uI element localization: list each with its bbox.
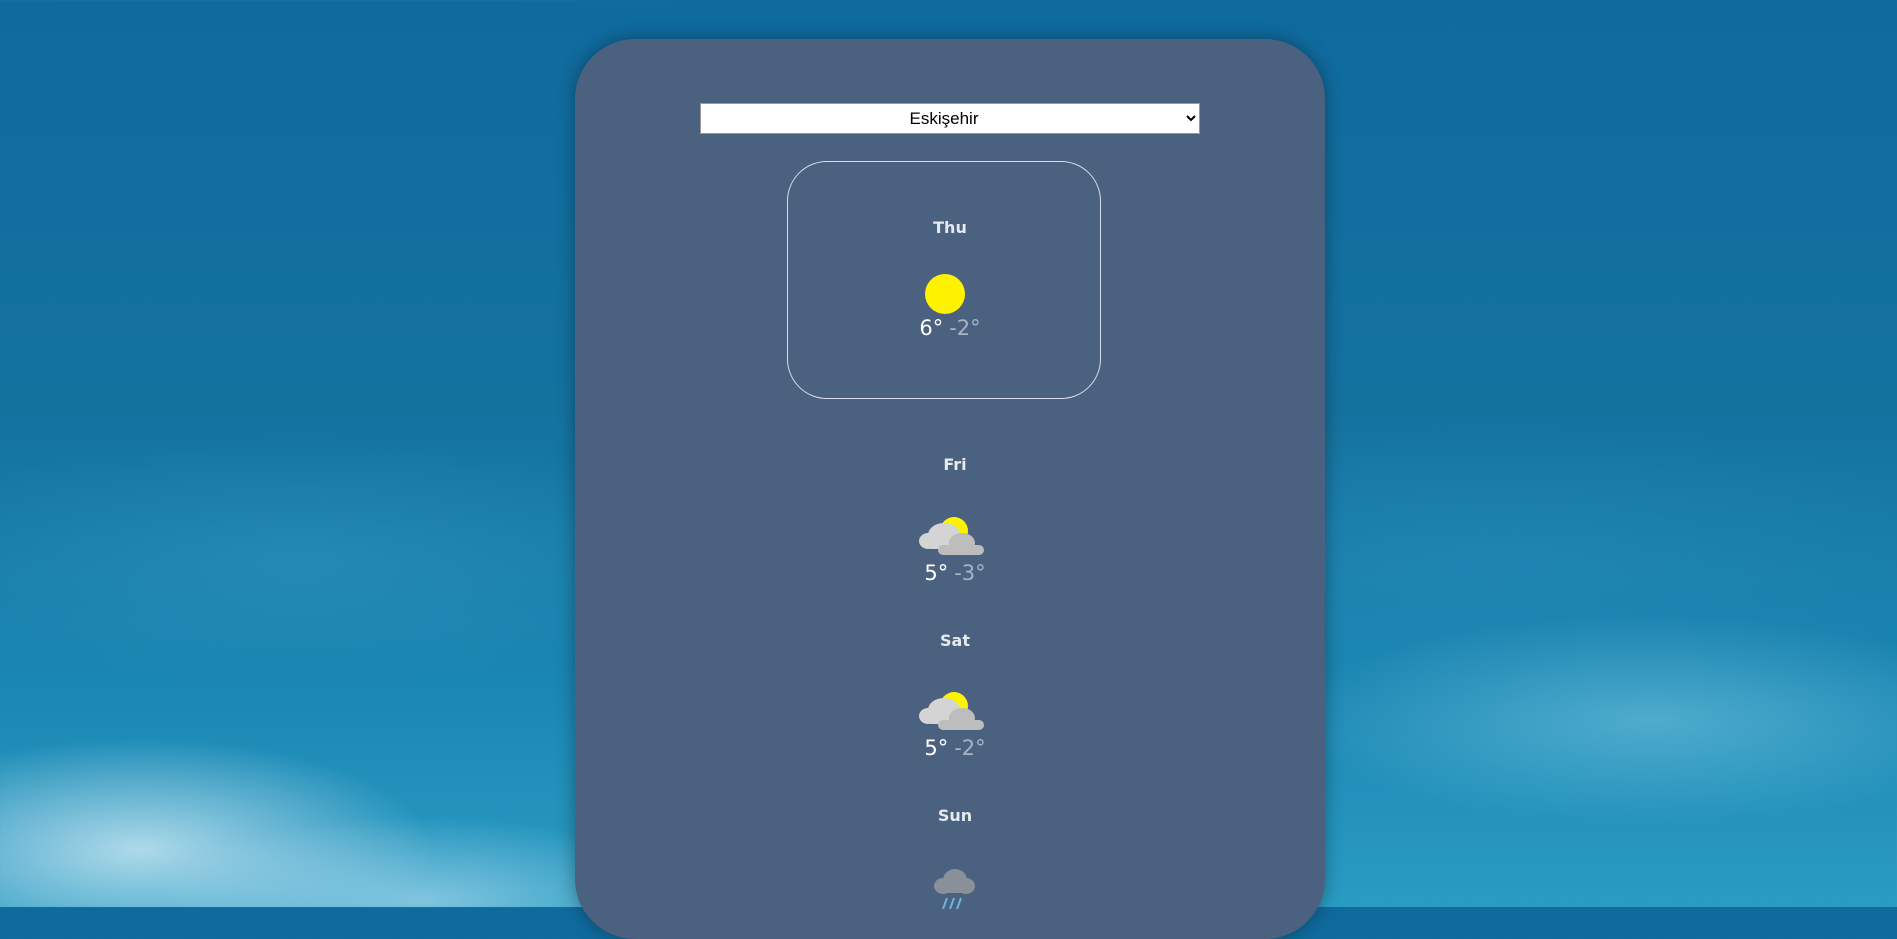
sun-icon [925,274,965,314]
forecast-day-fri: Fri 5° -3° [575,439,1325,599]
day-name: Sun [937,806,973,825]
temperature-range: 5° -2° [580,736,1330,760]
min-temp: -2° [954,736,986,760]
temperature-range: 5° -3° [580,561,1330,585]
max-temp: 5° [924,561,949,585]
day-name: Sat [940,631,970,650]
day-name: Fri [943,455,967,474]
rain-cloud-icon [934,869,975,909]
forecast-day-sun: Sun [575,789,1325,909]
city-select[interactable]: Eskişehir [700,103,1200,134]
min-temp: -3° [954,561,986,585]
forecast-day-sat: Sat 5° -2° [575,614,1325,774]
temperature-range: 6° -2° [575,316,1325,340]
weather-panel: Eskişehir Thu 6° -2° Fri 5° -3° Sat 5° -… [575,39,1325,939]
max-temp: 6° [919,316,944,340]
day-name: Thu [933,218,967,237]
partly-cloudy-icon [919,517,984,555]
forecast-day-thu: Thu 6° -2° [575,161,1325,399]
min-temp: -2° [949,316,981,340]
partly-cloudy-icon [919,692,984,730]
max-temp: 5° [924,736,949,760]
